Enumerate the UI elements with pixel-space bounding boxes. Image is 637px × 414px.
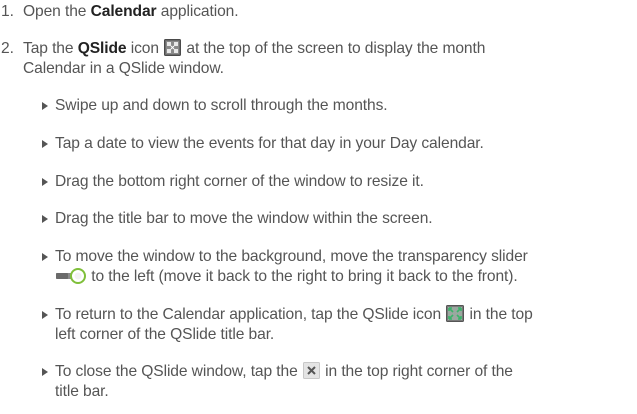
qslide-return-icon (446, 305, 465, 322)
substep-background: To move the window to the background, mo… (42, 247, 632, 287)
step-text-post: at the top of the screen to display the … (182, 40, 486, 57)
bullet-arrow-icon (42, 102, 48, 110)
substep-close: To close the QSlide window, tap the in t… (42, 362, 632, 402)
substep-text-post: in the top (465, 306, 533, 323)
qslide-name: QSlide (77, 40, 127, 57)
substep-text-pre: To close the QSlide window, tap the (55, 363, 302, 380)
substep-text-line1: To close the QSlide window, tap the in t… (55, 362, 632, 382)
substep-text-cont: to the left (move it back to the right t… (87, 268, 518, 285)
step-text-pre: Tap the (23, 40, 78, 57)
substep-text: To move the window to the background, mo… (55, 248, 528, 265)
step-text-continued: Calendar in a QSlide window. (23, 60, 224, 77)
substep-text-line2: title bar. (55, 383, 109, 400)
substep-text: Swipe up and down to scroll through the … (55, 97, 388, 114)
bullet-arrow-icon (42, 178, 48, 186)
step-2: 2. Tap the QSlide icon at the top of the … (0, 39, 485, 59)
substep-text-line1: To return to the Calendar application, t… (55, 305, 632, 325)
substep-tap-date: Tap a date to view the events for that d… (42, 134, 632, 154)
substep-text: Drag the bottom right corner of the wind… (55, 173, 424, 190)
step-2-continued: Calendar in a QSlide window. (23, 59, 224, 79)
step-number: 1. (1, 3, 14, 20)
step-text-post: application. (156, 3, 239, 20)
bullet-arrow-icon (42, 368, 48, 376)
substep-text-line2: left corner of the QSlide title bar. (55, 326, 275, 343)
instruction-document: 1. Open the Calendar application. 2. Tap t… (0, 0, 637, 414)
bullet-arrow-icon (42, 215, 48, 223)
substep-resize: Drag the bottom right corner of the wind… (42, 172, 632, 192)
bullet-arrow-icon (42, 311, 48, 319)
bullet-arrow-icon (42, 253, 48, 261)
substep-scroll: Swipe up and down to scroll through the … (42, 96, 632, 116)
qslide-icon (164, 39, 182, 56)
substep-return: To return to the Calendar application, t… (42, 305, 632, 345)
substep-text-line2: to the left (move it back to the right t… (55, 267, 632, 287)
step-1: 1. Open the Calendar application. (0, 2, 239, 22)
close-icon (302, 362, 320, 379)
substep-text: Tap a date to view the events for that d… (55, 135, 484, 152)
step-text-pre: Open the (23, 3, 91, 20)
transparency-slider-icon (56, 268, 86, 284)
substep-text-pre: To return to the Calendar application, t… (55, 306, 446, 323)
bullet-arrow-icon (42, 140, 48, 148)
step-number: 2. (1, 40, 14, 57)
step-text-mid: icon (126, 40, 164, 57)
substep-text-post: in the top right corner of the (320, 363, 513, 380)
substep-move: Drag the title bar to move the window wi… (42, 209, 632, 229)
substep-text: Drag the title bar to move the window wi… (55, 210, 433, 227)
calendar-app-name: Calendar (90, 3, 157, 20)
